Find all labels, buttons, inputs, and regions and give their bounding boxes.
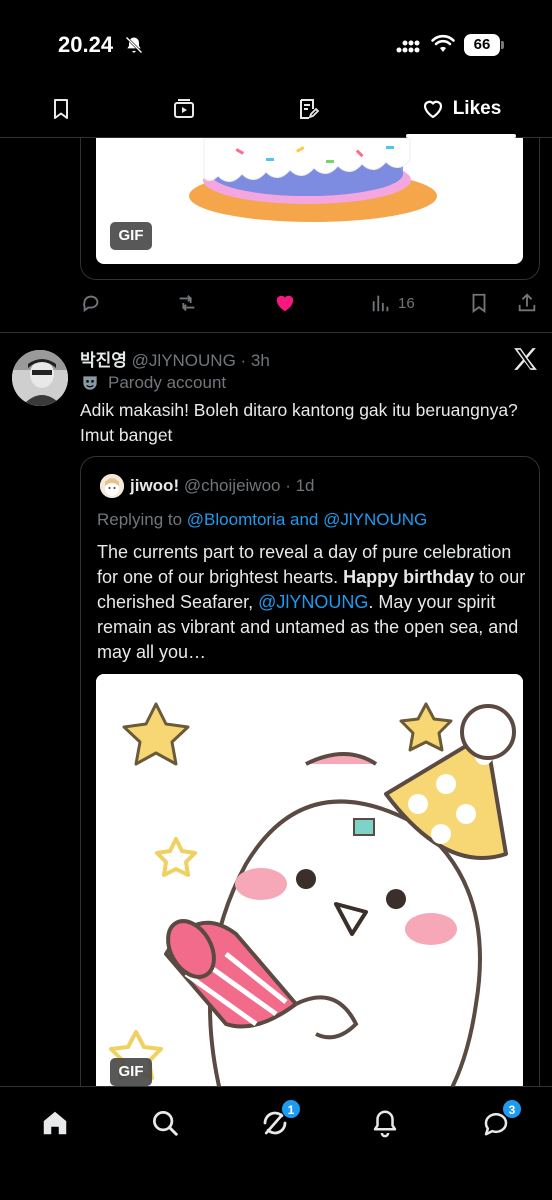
- previous-tweet-gif[interactable]: GIF: [96, 138, 523, 264]
- nav-search[interactable]: [145, 1103, 185, 1143]
- reply-icon: [83, 295, 99, 313]
- tweet-author-handle[interactable]: @JlYNOUNG: [132, 351, 236, 370]
- video-icon: [174, 99, 194, 118]
- heart-filled-icon: [276, 295, 294, 312]
- tab-likes[interactable]: Likes: [406, 80, 516, 138]
- nav-notifications[interactable]: [365, 1103, 405, 1143]
- battery-level: 66: [464, 34, 500, 56]
- tweet-author-name[interactable]: 박진영: [80, 351, 127, 370]
- heart-icon: [423, 100, 442, 119]
- quoted-gif[interactable]: GIF: [96, 674, 523, 1094]
- search-icon: [153, 1111, 178, 1136]
- quoted-text-bold: Happy birthday: [343, 567, 475, 587]
- retweet-button[interactable]: [176, 286, 198, 320]
- quoted-text: The currents part to reveal a day of pur…: [97, 540, 527, 665]
- replying-to: Replying to @Bloomtoria and @JlYNOUNG: [97, 510, 427, 530]
- tweet-divider: [0, 332, 552, 333]
- quoted-time: · 1d: [285, 476, 315, 495]
- messages-badge: 3: [502, 1099, 522, 1119]
- quoted-header: jiwoo! @choijeiwoo · 1d: [130, 476, 315, 496]
- parody-label: Parody account: [80, 373, 226, 393]
- tweet-text: Adik makasih! Boleh ditaro kantong gak i…: [80, 400, 518, 445]
- birthday-character-illustration: [96, 674, 523, 1094]
- tab-videos[interactable]: [163, 80, 205, 138]
- wifi-icon: [431, 34, 455, 52]
- quoted-author-handle[interactable]: @choijeiwoo: [184, 476, 281, 495]
- signal-icon: [396, 40, 420, 53]
- replying-to-users[interactable]: @Bloomtoria and @JlYNOUNG: [187, 510, 427, 529]
- views-count: 16: [398, 294, 415, 312]
- tweet-time: · 3h: [240, 351, 270, 370]
- bookmark-icon: [472, 293, 486, 314]
- tab-bookmarks[interactable]: [40, 80, 82, 138]
- tweet-actions: 16: [80, 286, 540, 320]
- gif-badge: GIF: [110, 222, 152, 250]
- quoted-avatar[interactable]: [100, 474, 124, 498]
- nav-home[interactable]: [35, 1103, 75, 1143]
- tweet-header: 박진영 @JlYNOUNG · 3h: [80, 346, 270, 371]
- reply-button[interactable]: [80, 286, 102, 320]
- article-icon: [300, 99, 320, 119]
- status-bar: 20.24 66: [0, 0, 552, 80]
- battery-icon: 66: [464, 34, 504, 56]
- bookmark-button[interactable]: [468, 286, 490, 320]
- home-icon: [43, 1111, 67, 1135]
- bell-off-icon: [125, 36, 143, 54]
- quoted-avatar-photo: [100, 474, 124, 498]
- views-icon: [372, 295, 389, 312]
- grok-badge: 1: [281, 1099, 301, 1119]
- x-logo-icon: [514, 348, 537, 370]
- bottom-nav: 1 3: [0, 1086, 552, 1200]
- like-button[interactable]: [274, 286, 296, 320]
- profile-tabs: Likes: [0, 80, 552, 138]
- gif-badge: GIF: [110, 1058, 152, 1086]
- views-button[interactable]: 16: [370, 286, 415, 320]
- retweet-icon: [179, 295, 195, 311]
- bookmark-icon: [54, 99, 68, 119]
- cake-illustration: [189, 138, 437, 222]
- share-icon: [518, 293, 536, 312]
- quoted-text-mention[interactable]: @JlYNOUNG: [258, 592, 368, 612]
- tab-likes-label: Likes: [452, 98, 502, 119]
- tab-articles[interactable]: [287, 80, 329, 138]
- notifications-icon: [373, 1110, 397, 1138]
- quoted-author-name[interactable]: jiwoo!: [130, 476, 179, 495]
- status-time: 20.24: [58, 32, 114, 57]
- parody-account-text: Parody account: [108, 373, 227, 392]
- replying-to-prefix: Replying to: [97, 510, 187, 529]
- parody-mask-icon: [83, 376, 97, 390]
- share-button[interactable]: [516, 286, 538, 320]
- avatar-photo: [12, 350, 68, 406]
- avatar[interactable]: [12, 350, 68, 406]
